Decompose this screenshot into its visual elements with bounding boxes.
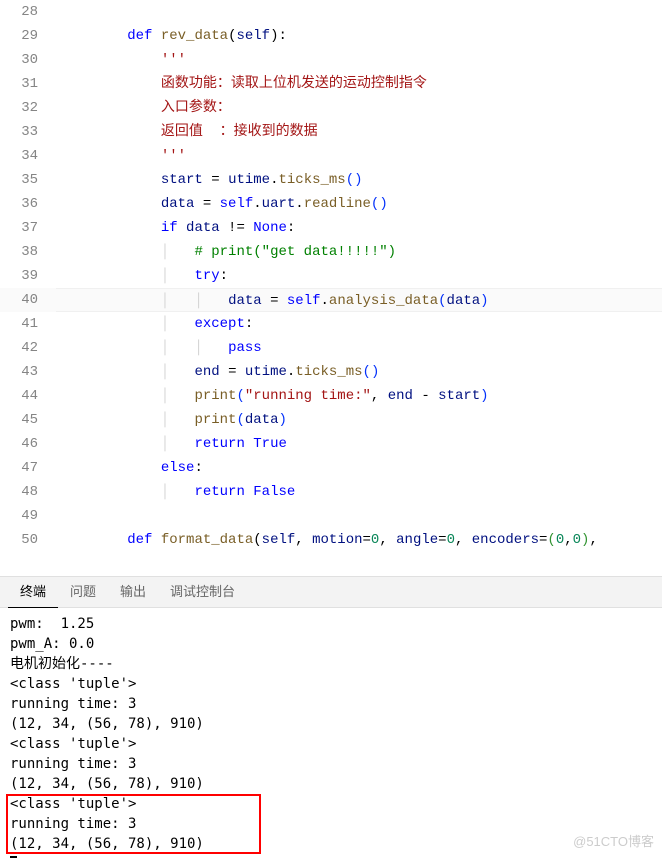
line-number: 40 [0,288,56,312]
code-content: │ │ pass [56,336,662,360]
terminal-line: running time: 3 [10,754,652,774]
line-number: 43 [0,360,56,384]
terminal-line: <class 'tuple'> [10,794,652,814]
line-number: 49 [0,504,56,528]
code-editor[interactable]: 28 29 def rev_data(self): 30 ''' 31 函数功能… [0,0,662,576]
line-number: 44 [0,384,56,408]
code-content: │ print(data) [56,408,662,432]
line-number: 39 [0,264,56,288]
code-content: def rev_data(self): [56,24,662,48]
code-content: │ try: [56,264,662,288]
tab-terminal[interactable]: 终端 [8,576,58,608]
terminal-line: pwm_A: 0.0 [10,634,652,654]
line-number: 29 [0,24,56,48]
line-number: 37 [0,216,56,240]
code-content: │ return True [56,432,662,456]
code-content: │ │ data = self.analysis_data(data) [56,288,662,312]
terminal-line: running time: 3 [10,694,652,714]
line-number: 30 [0,48,56,72]
terminal-line: (12, 34, (56, 78), 910) [10,834,652,854]
tab-debug-console[interactable]: 调试控制台 [158,576,247,608]
terminal-panel[interactable]: pwm: 1.25 pwm_A: 0.0 电机初始化---- <class 't… [0,608,662,858]
line-number: 32 [0,96,56,120]
code-content: ''' [56,48,662,72]
code-content: │ except: [56,312,662,336]
line-number: 50 [0,528,56,552]
panel-tabs: 终端 问题 输出 调试控制台 [0,576,662,608]
code-content: else: [56,456,662,480]
code-content: ''' [56,144,662,168]
terminal-line: (12, 34, (56, 78), 910) [10,774,652,794]
code-content [56,0,662,24]
line-number: 36 [0,192,56,216]
terminal-line: pwm: 1.25 [10,614,652,634]
line-number: 33 [0,120,56,144]
code-content: data = self.uart.readline() [56,192,662,216]
code-content: │ print("running time:", end - start) [56,384,662,408]
code-content: 函数功能：读取上位机发送的运动控制指令 [56,72,662,96]
line-number: 41 [0,312,56,336]
line-number: 35 [0,168,56,192]
code-content: 返回值 ：接收到的数据 [56,120,662,144]
terminal-line: <class 'tuple'> [10,734,652,754]
line-number: 34 [0,144,56,168]
line-number: 38 [0,240,56,264]
terminal-line: running time: 3 [10,814,652,834]
line-number: 28 [0,0,56,24]
terminal-cursor-line [10,854,652,858]
terminal-line: <class 'tuple'> [10,674,652,694]
line-number: 46 [0,432,56,456]
line-number: 47 [0,456,56,480]
code-content: def format_data(self, motion=0, angle=0,… [56,528,662,552]
line-number: 31 [0,72,56,96]
code-content [56,504,662,528]
code-content: │ return False [56,480,662,504]
tab-problems[interactable]: 问题 [58,576,108,608]
code-content: start = utime.ticks_ms() [56,168,662,192]
code-content: │ # print("get data!!!!!") [56,240,662,264]
code-content: 入口参数： [56,96,662,120]
code-content: if data != None: [56,216,662,240]
line-number: 48 [0,480,56,504]
line-number: 42 [0,336,56,360]
code-content: │ end = utime.ticks_ms() [56,360,662,384]
line-number: 45 [0,408,56,432]
tab-output[interactable]: 输出 [108,576,158,608]
terminal-line: 电机初始化---- [10,654,652,674]
terminal-line: (12, 34, (56, 78), 910) [10,714,652,734]
